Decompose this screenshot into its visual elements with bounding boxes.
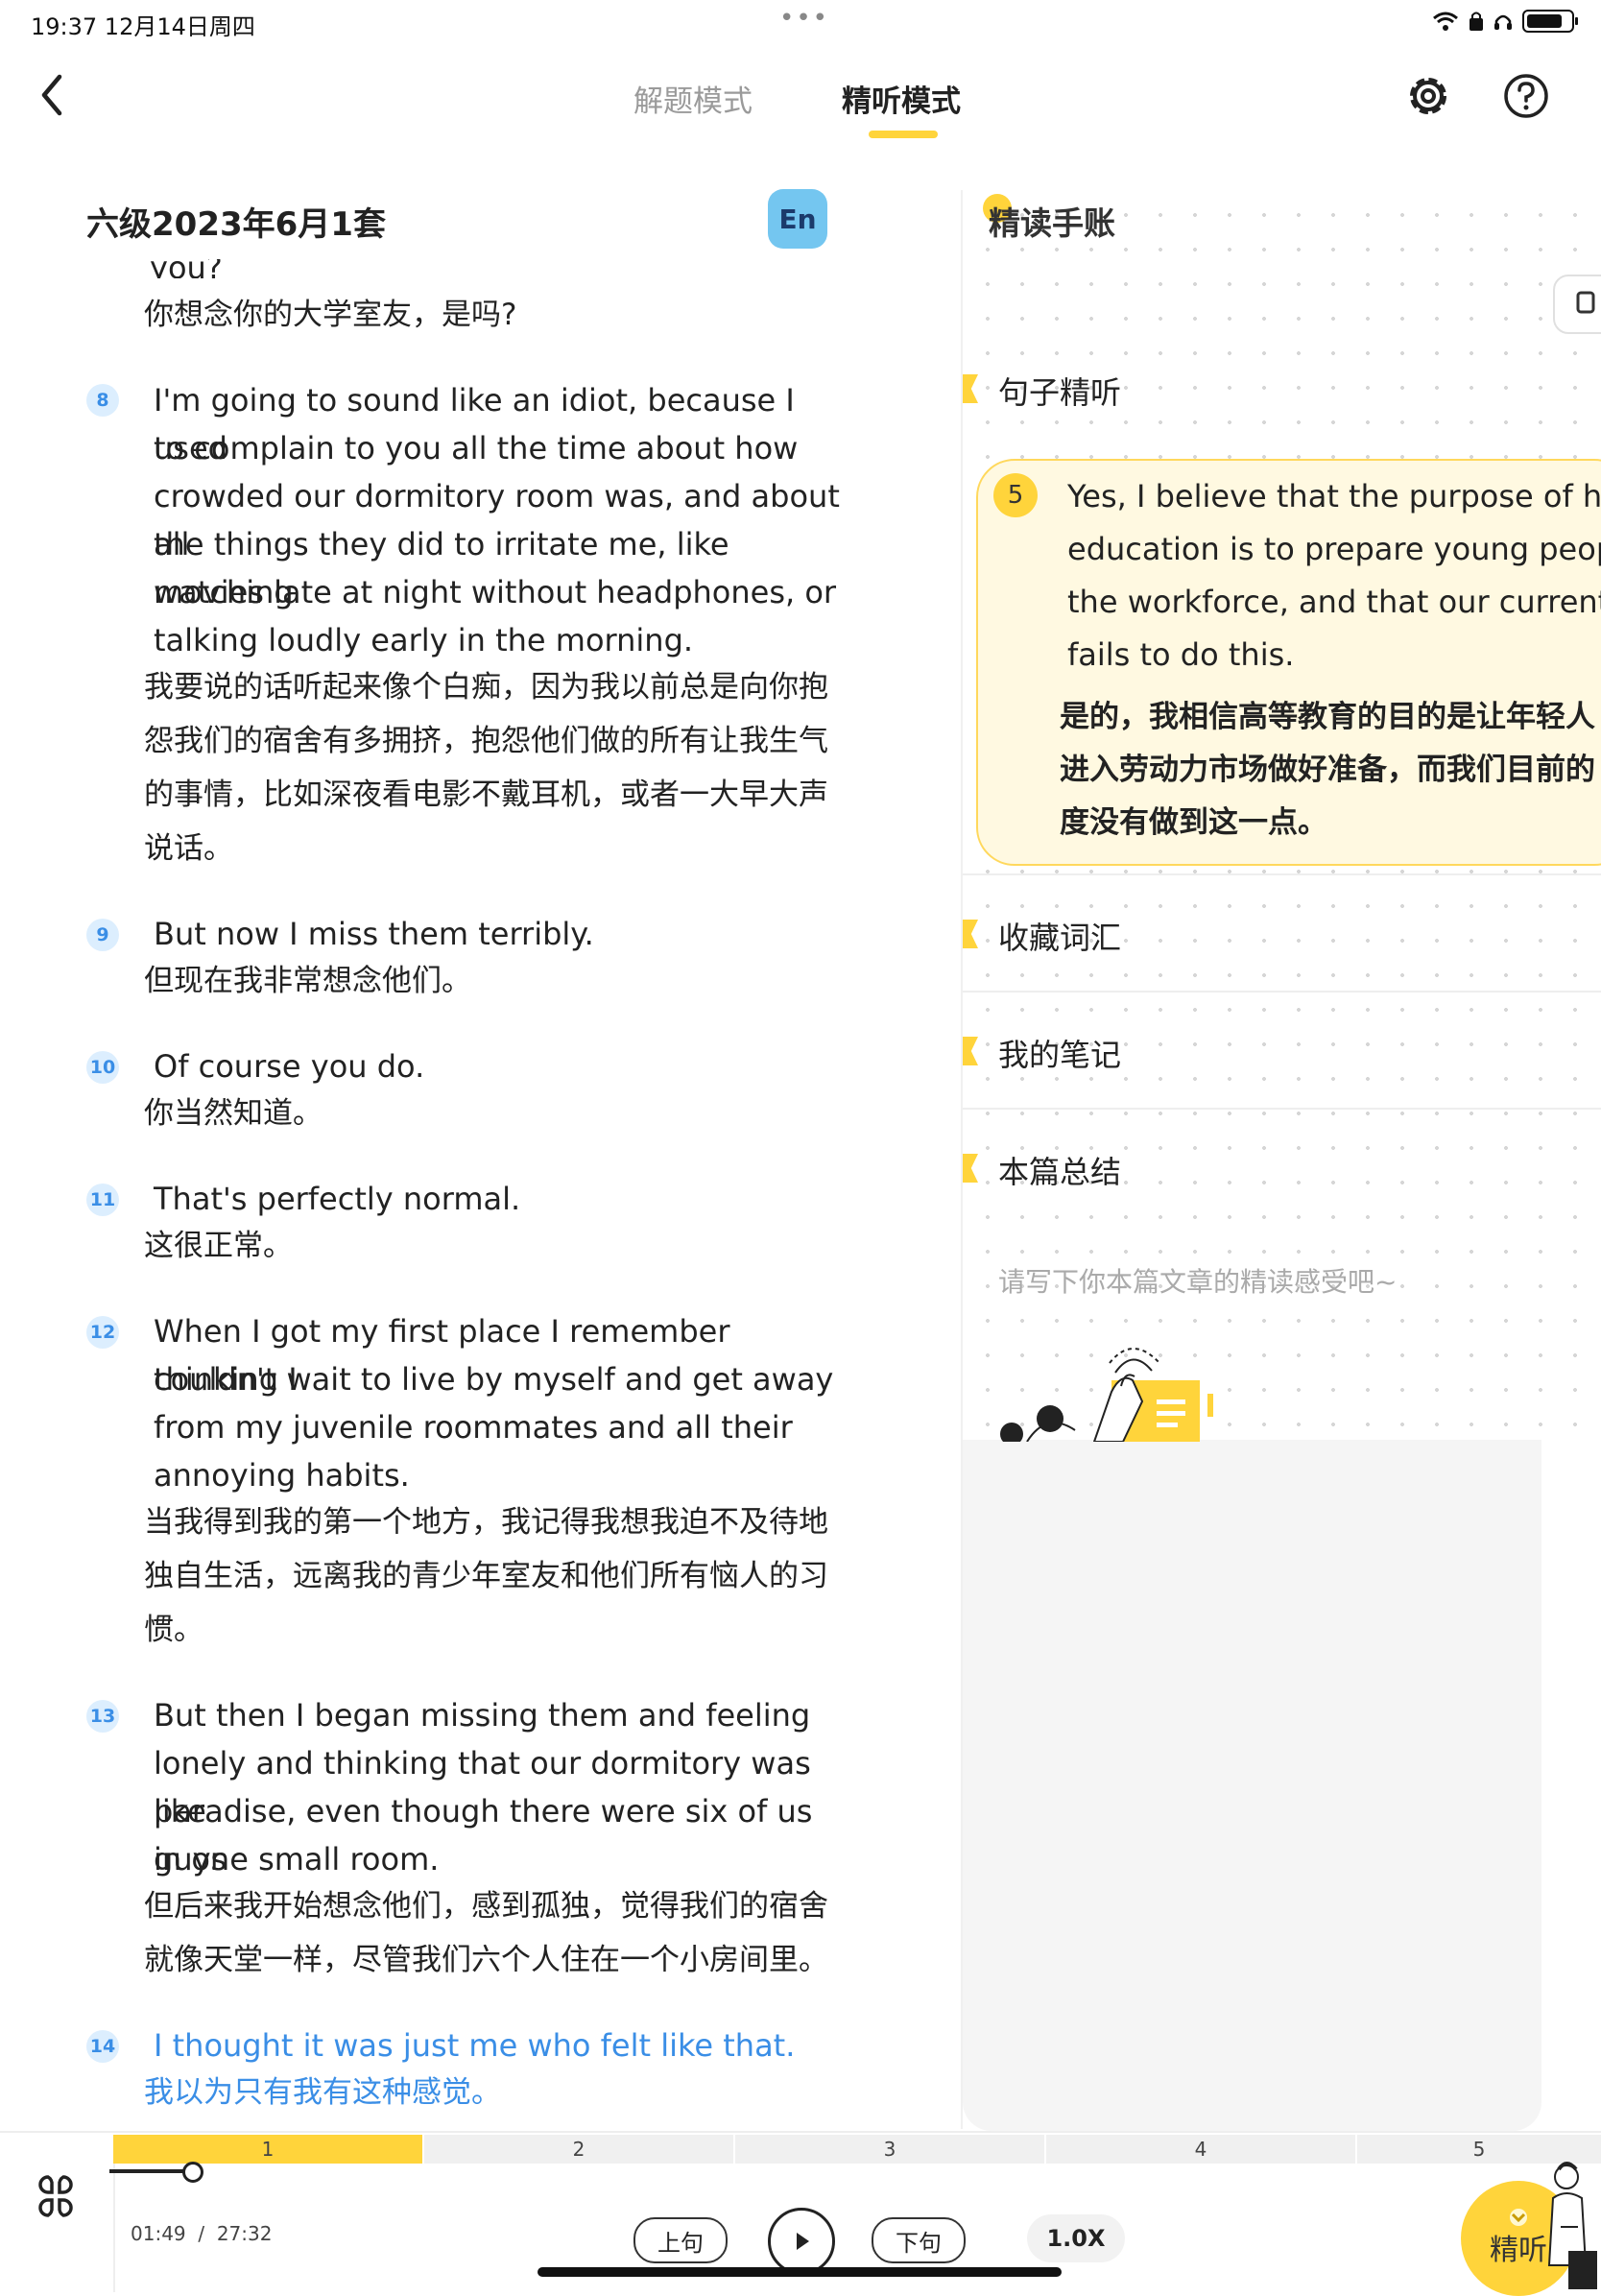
side-drawer-tab[interactable] xyxy=(1553,275,1601,334)
sentence-en-line[interactable]: That's perfectly normal. xyxy=(154,1175,864,1223)
battery-icon xyxy=(1522,10,1578,33)
playback-scrubber[interactable] xyxy=(182,2162,203,2183)
progress-segment-1[interactable]: 1 xyxy=(113,2135,422,2164)
tab-intensive-listening[interactable]: 精听模式 xyxy=(842,77,961,120)
sentence-cn-line[interactable]: 的事情，比如深夜看电影不戴耳机，或者一大早大声 xyxy=(144,768,864,822)
sentence-en-line[interactable]: movies late at night without headphones,… xyxy=(154,568,864,616)
card-cn-line: 进入劳动力市场做好准备，而我们目前的 xyxy=(1060,753,1595,787)
status-icons xyxy=(1432,10,1578,33)
menu-grid-icon[interactable] xyxy=(29,2169,83,2223)
play-icon xyxy=(797,2233,809,2250)
sentence-en-line[interactable]: in one small room. xyxy=(154,1835,864,1883)
card-en-line: the workforce, and that our current s xyxy=(1067,584,1601,620)
sentence-en-line[interactable]: But then I began missing them and feelin… xyxy=(154,1691,864,1739)
segment-separator xyxy=(1355,2135,1357,2164)
english-toggle-button[interactable]: En xyxy=(768,189,827,249)
progress-segment-2[interactable]: 2 xyxy=(424,2135,733,2164)
card-cn-line: 是的，我相信高等教育的目的是让年轻人 xyxy=(1060,700,1595,734)
card-en-line: education is to prepare young people xyxy=(1067,531,1601,567)
section-saved-vocab[interactable]: 收藏词汇 xyxy=(998,914,1121,958)
playback-speed-button[interactable]: 1.0X xyxy=(1027,2214,1125,2262)
sentence-cn-line[interactable]: 怨我们的宿舍有多拥挤，抱怨他们做的所有让我生气 xyxy=(144,714,864,768)
section-divider xyxy=(963,1108,1601,1110)
time-separator: / xyxy=(198,2222,205,2245)
card-sentence-number: 5 xyxy=(993,473,1038,517)
notebook-empty-area xyxy=(963,1440,1541,2131)
sentence-number: 14 xyxy=(86,2030,119,2063)
sentence-cn-line[interactable]: 我要说的话听起来像个白痴，因为我以前总是向你抱 xyxy=(144,660,864,714)
total-time: 27:32 xyxy=(216,2222,273,2245)
sentence-en-line[interactable]: But now I miss them terribly. xyxy=(154,910,864,958)
sentence-en-line[interactable]: couldn't wait to live by myself and get … xyxy=(154,1355,864,1403)
section-summary[interactable]: 本篇总结 xyxy=(998,1148,1121,1192)
sentence-cn-line[interactable]: 惯。 xyxy=(144,1603,864,1657)
section-divider xyxy=(963,991,1601,993)
sentence-cn-line[interactable]: 独自生活，远离我的青少年室友和他们所有恼人的习 xyxy=(144,1549,864,1603)
back-arrow-icon[interactable] xyxy=(35,71,73,119)
sentence-number: 11 xyxy=(86,1184,119,1216)
segment-separator xyxy=(422,2135,424,2164)
sentence-en-line[interactable]: to complain to you all the time about ho… xyxy=(154,424,864,472)
current-sentence-en[interactable]: I thought it was just me who felt like t… xyxy=(154,2021,864,2069)
progress-segment-4[interactable]: 4 xyxy=(1046,2135,1355,2164)
sentence-cn-line[interactable]: 但后来我开始想念他们，感到孤独，觉得我们的宿舍 xyxy=(144,1879,864,1933)
reading-illustration xyxy=(1000,1348,1213,1442)
multitask-dots[interactable]: ••• xyxy=(779,4,829,33)
progress-segment-3[interactable]: 3 xyxy=(735,2135,1044,2164)
sentence-number: 13 xyxy=(86,1700,119,1733)
home-indicator[interactable] xyxy=(538,2267,1062,2277)
sentence-cn-line[interactable]: 这很正常。 xyxy=(144,1219,864,1273)
copy-icon xyxy=(1576,291,1595,314)
sentence-number: 12 xyxy=(86,1316,119,1349)
section-my-notes[interactable]: 我的笔记 xyxy=(998,1031,1121,1075)
sentence-en-line[interactable]: annoying habits. xyxy=(154,1451,864,1499)
section-divider xyxy=(963,873,1601,875)
partial-sentence-text: you? xyxy=(150,259,223,278)
sentence-cn-line[interactable]: 说话。 xyxy=(144,822,864,875)
document-title: 六级2023年6月1套 xyxy=(86,205,386,244)
sentence-en-line[interactable]: talking loudly early in the morning. xyxy=(154,616,864,664)
wifi-icon xyxy=(1433,12,1458,31)
sentence-number: 8 xyxy=(86,384,119,417)
previous-sentence-button[interactable]: 上句 xyxy=(633,2217,728,2263)
card-cn-line: 度没有做到这一点。 xyxy=(1060,805,1327,840)
headphones-icon xyxy=(1494,14,1512,30)
card-en-line: Yes, I believe that the purpose of hi xyxy=(1067,478,1601,514)
next-sentence-button[interactable]: 下句 xyxy=(872,2217,966,2263)
sentence-en-line[interactable]: from my juvenile roommates and all their xyxy=(154,1403,864,1451)
playback-progress xyxy=(109,2169,190,2173)
lock-rotation-icon xyxy=(1470,12,1483,31)
playback-time: 01:49 / 27:32 xyxy=(131,2222,272,2245)
status-time: 19:37 12月14日周四 xyxy=(31,13,255,40)
sentence-cn-line[interactable]: 当我得到我的第一个地方，我记得我想我迫不及待地 xyxy=(144,1495,864,1549)
sentence-cn-line[interactable]: 就像天堂一样，尽管我们六个人住在一个小房间里。 xyxy=(144,1933,864,1987)
sentence-number: 9 xyxy=(86,919,119,951)
active-tab-indicator xyxy=(869,131,938,138)
sentence-translation[interactable]: 你想念你的大学室友，是吗? xyxy=(144,288,864,342)
segment-separator xyxy=(1044,2135,1046,2164)
sentence-number: 10 xyxy=(86,1051,119,1084)
sentence-en-line[interactable]: Of course you do. xyxy=(154,1042,864,1090)
mascot-illustration xyxy=(1547,2162,1597,2289)
tab-solve-mode[interactable]: 解题模式 xyxy=(633,77,753,120)
section-sentence-listening[interactable]: 句子精听 xyxy=(998,369,1121,413)
play-button[interactable] xyxy=(768,2208,835,2275)
gear-icon[interactable] xyxy=(1401,69,1455,123)
chevron-down-icon xyxy=(1510,2209,1527,2226)
fab-label: 精听 xyxy=(1490,2234,1547,2267)
help-icon[interactable] xyxy=(1499,69,1553,123)
summary-input[interactable]: 请写下你本篇文章的精读感受吧~ xyxy=(998,1261,1397,1300)
sentence-cn-line[interactable]: 你当然知道。 xyxy=(144,1087,864,1140)
current-sentence-cn[interactable]: 我以为只有我有这种感觉。 xyxy=(144,2066,864,2119)
segment-separator xyxy=(733,2135,735,2164)
notebook-title: 精读手账 xyxy=(989,204,1115,242)
current-time: 01:49 xyxy=(131,2222,186,2245)
card-en-line: fails to do this. xyxy=(1067,636,1295,673)
sentence-cn-line[interactable]: 但现在我非常想念他们。 xyxy=(144,954,864,1008)
